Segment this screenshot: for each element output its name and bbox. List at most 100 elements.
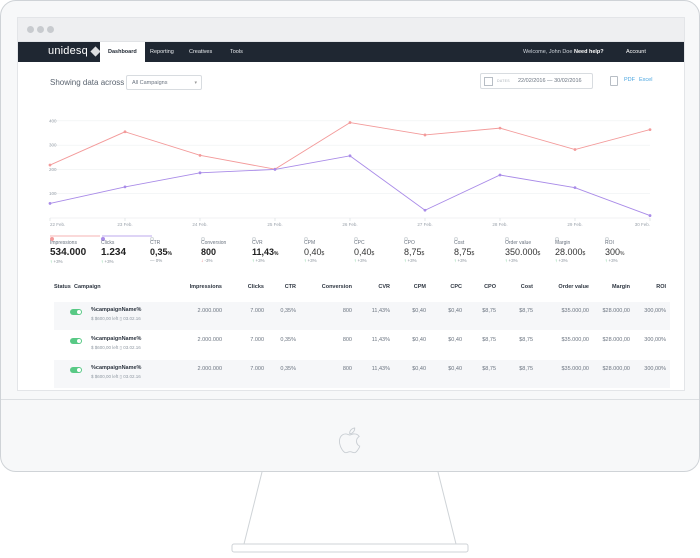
- metric-conversion[interactable]: Conversion 800 ↓ -3%: [201, 240, 226, 263]
- campaign-date: 03.02.16: [123, 374, 141, 379]
- metric-value-number: 534.000: [50, 247, 87, 258]
- column-header-campaign[interactable]: Campaign: [74, 284, 101, 290]
- column-header-order-value[interactable]: Order value: [558, 284, 589, 290]
- series-2-point: [123, 185, 127, 189]
- cell-cpc: $0,40: [448, 366, 462, 372]
- cell-ctr: 0,35%: [280, 366, 296, 372]
- metric-cost[interactable]: Cost 8,75$ ↑ +3%: [454, 240, 474, 263]
- export-excel-link[interactable]: Excel: [639, 77, 652, 83]
- need-help-link[interactable]: Need help?: [574, 42, 604, 62]
- column-header-cpm[interactable]: CPM: [414, 284, 426, 290]
- filter-toolbar: Showing data across All Campaigns ▾ DATE…: [18, 62, 684, 92]
- cell-cpm: $0,40: [412, 366, 426, 372]
- metric-clicks[interactable]: Clicks 1.234 ↑ +3%: [101, 240, 126, 264]
- metric-unit: %: [620, 251, 625, 257]
- series-2-point: [498, 173, 502, 177]
- column-header-cpo[interactable]: CPO: [484, 284, 496, 290]
- metric-impressions[interactable]: Impressions 534.000 ↑ +3%: [50, 240, 86, 264]
- table-row[interactable]: %campaignName%$ $600,00 left ▯ 03.02.162…: [54, 331, 670, 359]
- export-pdf-link[interactable]: PDF: [624, 77, 635, 83]
- metric-value: 28.000$: [555, 247, 585, 257]
- table-row[interactable]: %campaignName%$ $600,00 left ▯ 03.02.162…: [54, 360, 670, 388]
- cell-roi: 300,00%: [644, 337, 666, 343]
- browser-title-bar: [18, 18, 684, 42]
- metric-change: ↑ +3%: [354, 258, 374, 263]
- date-range-value: 22/02/2016 — 30/02/2016: [518, 78, 582, 84]
- metric-value-number: 0,40: [354, 247, 372, 257]
- metric-order-value[interactable]: Order value 350.000$ ↑ +3%: [505, 240, 540, 263]
- metric-margin[interactable]: Margin 28.000$ ↑ +3%: [555, 240, 585, 263]
- column-header-cvr[interactable]: CVR: [378, 284, 390, 290]
- metric-roi[interactable]: ROI 300% ↑ +3%: [605, 240, 624, 263]
- campaign-name[interactable]: %campaignName%: [91, 365, 141, 371]
- cell-cpo: $8,75: [482, 308, 496, 314]
- status-toggle[interactable]: [70, 367, 82, 373]
- metric-change: ↑ +3%: [454, 258, 474, 263]
- column-header-status[interactable]: Status: [54, 284, 71, 290]
- column-header-clicks[interactable]: Clicks: [248, 284, 264, 290]
- column-header-margin[interactable]: Margin: [612, 284, 630, 290]
- metric-change: ↑ +3%: [304, 258, 324, 263]
- metric-change-value: -3%: [204, 258, 213, 263]
- campaign-select[interactable]: All Campaigns ▾: [126, 75, 202, 90]
- cell-cost: $8,75: [519, 308, 533, 314]
- y-tick-label: 200: [49, 167, 57, 172]
- status-toggle[interactable]: [70, 338, 82, 344]
- campaign-date: 03.02.16: [123, 345, 141, 350]
- column-header-conversion[interactable]: Conversion: [322, 284, 352, 290]
- metric-value: 0,40$: [304, 247, 324, 257]
- campaign-meta: $ $600,00 left ▯ 03.02.16: [91, 345, 141, 351]
- metric-cpo[interactable]: CPO 8,75$ ↑ +3%: [404, 240, 424, 263]
- series-2-point: [348, 154, 352, 158]
- column-header-ctr[interactable]: CTR: [285, 284, 296, 290]
- date-range-picker[interactable]: DATES 22/02/2016 — 30/02/2016: [480, 73, 593, 89]
- metric-label: Conversion: [201, 240, 227, 246]
- status-toggle[interactable]: [70, 309, 82, 315]
- table-row[interactable]: %campaignName%$ $600,00 left ▯ 03.02.162…: [54, 389, 670, 390]
- y-tick-label: 100: [49, 191, 57, 196]
- metric-value-number: 28.000: [555, 247, 583, 257]
- column-header-impressions[interactable]: Impressions: [190, 284, 222, 290]
- cell-cpc: $0,40: [448, 308, 462, 314]
- series-2-point: [423, 208, 427, 212]
- column-header-roi[interactable]: ROI: [656, 284, 666, 290]
- metric-value: 0,40$: [354, 247, 374, 257]
- metric-change-value: +3%: [357, 258, 367, 263]
- series-1-point: [423, 133, 427, 137]
- metric-label: CPO: [404, 240, 415, 246]
- metric-value-number: 8,75: [404, 247, 422, 257]
- window-dot-icon: [47, 26, 54, 33]
- metric-cpm[interactable]: CPM 0,40$ ↑ +3%: [304, 240, 324, 263]
- nav-tab-tools[interactable]: Tools: [222, 42, 251, 62]
- metric-cpc[interactable]: CPC 0,40$ ↑ +3%: [354, 240, 374, 263]
- app-logo[interactable]: unidesq: [48, 45, 101, 57]
- series-2-point: [648, 214, 652, 217]
- series-line-1: [49, 122, 651, 170]
- table-row[interactable]: %campaignName%$ $600,00 left ▯ 03.02.162…: [54, 302, 670, 330]
- x-tick-label: 29 Feb.: [567, 222, 582, 227]
- x-tick-label: 22 Feb.: [50, 222, 65, 227]
- nav-tab-dashboard[interactable]: Dashboard: [100, 42, 145, 62]
- x-tick-label: 27 Feb.: [417, 222, 432, 227]
- screen: unidesq Dashboard Reporting Creatives To…: [17, 17, 685, 391]
- campaign-name[interactable]: %campaignName%: [91, 336, 141, 342]
- metric-ctr[interactable]: CTR 0,35% — 0%: [150, 240, 172, 263]
- nav-tab-reporting[interactable]: Reporting: [142, 42, 182, 62]
- metric-cvr[interactable]: CVR 11,43% ↑ +3%: [252, 240, 278, 263]
- series-2-point: [573, 186, 577, 190]
- column-header-cost[interactable]: Cost: [521, 284, 533, 290]
- apple-logo-icon: [339, 427, 361, 454]
- cell-order-value: $35.000,00: [561, 366, 589, 372]
- nav-tab-creatives[interactable]: Creatives: [181, 42, 220, 62]
- metric-label: Order value: [505, 240, 532, 246]
- account-menu[interactable]: Account: [626, 42, 646, 62]
- column-header-cpc[interactable]: CPC: [450, 284, 462, 290]
- series-2-point: [198, 171, 202, 175]
- metric-value: 800: [201, 247, 226, 257]
- metric-change-value: +3%: [407, 258, 417, 263]
- metric-unit: $: [421, 251, 425, 257]
- campaign-name[interactable]: %campaignName%: [91, 307, 141, 313]
- metric-label: ROI: [605, 240, 614, 246]
- series-1-point: [123, 130, 127, 134]
- metric-change-value: +3%: [608, 258, 618, 263]
